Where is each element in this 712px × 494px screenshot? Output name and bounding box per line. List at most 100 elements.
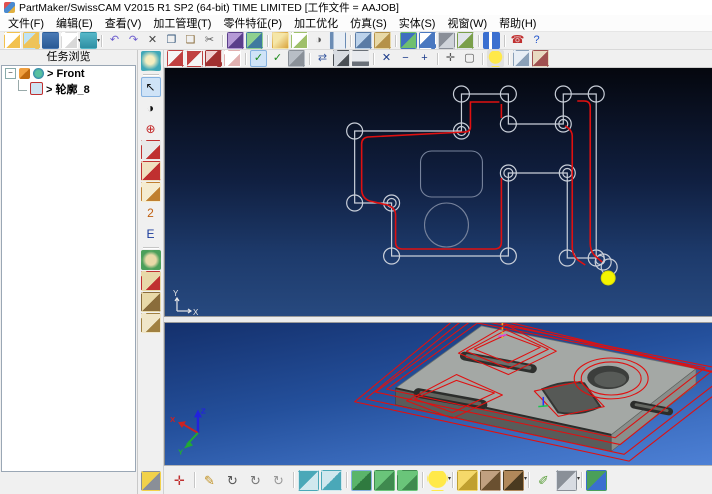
window-title: PartMaker/SwissCAM V2015 R1 SP2 (64-bit)… (19, 0, 399, 15)
front-view-icon[interactable] (397, 470, 418, 491)
toolbar-separator (422, 472, 423, 488)
pattern-editor-icon[interactable] (246, 32, 263, 49)
delete-icon[interactable]: ✕ (144, 32, 161, 49)
menu-item-9[interactable]: 帮助(H) (493, 15, 542, 31)
camera-icon[interactable]: ▾ (503, 470, 524, 491)
tree-item-contour-8[interactable]: > 轮廓_8 (2, 81, 135, 96)
simulate-icon[interactable] (586, 470, 607, 491)
flip-right-icon[interactable] (321, 470, 342, 491)
tool-start-point-icon[interactable] (333, 50, 350, 67)
tool-display-icon[interactable] (141, 51, 161, 71)
show-features-icon[interactable] (186, 50, 203, 67)
pan-icon[interactable]: ✛ (442, 50, 459, 67)
zoom-in-icon[interactable]: + (416, 50, 433, 67)
print-icon[interactable]: ▾ (80, 32, 97, 49)
toolbar-separator (437, 53, 438, 65)
iso-view-icon[interactable] (351, 470, 372, 491)
top-view-icon[interactable] (374, 470, 395, 491)
csys-axis-icon[interactable]: ✛ (169, 470, 190, 491)
pocket-feature-icon[interactable] (141, 161, 161, 181)
thread-feature-icon[interactable]: 2 (141, 203, 161, 223)
show-toolpath-icon[interactable] (205, 50, 222, 67)
report-icon[interactable] (419, 32, 436, 49)
light-source-icon[interactable]: ▾ (427, 470, 448, 491)
light-toggle-icon[interactable] (487, 50, 504, 67)
viewport-splitter[interactable] (164, 316, 712, 323)
undo-icon[interactable]: ↶ (106, 32, 123, 49)
redo-icon[interactable]: ↷ (125, 32, 142, 49)
cut-icon[interactable]: ✂ (201, 32, 218, 49)
face-group-icon[interactable] (141, 313, 161, 333)
machine-config-icon[interactable] (438, 32, 455, 49)
cycle-time-icon[interactable]: ◑ (310, 32, 327, 49)
rotate-y-icon[interactable]: ↻ (245, 470, 266, 491)
rotate-z-icon[interactable]: ↻ (268, 470, 289, 491)
save-as-icon[interactable]: ▾ (61, 32, 78, 49)
select-feature-icon[interactable]: ✓ (250, 50, 267, 67)
flip-left-icon[interactable] (298, 470, 319, 491)
window-tiles-icon[interactable] (400, 32, 417, 49)
measure-icon[interactable] (457, 470, 478, 491)
menu-item-3[interactable]: 加工管理(T) (147, 15, 217, 31)
open-file-icon[interactable] (23, 32, 40, 49)
deselect-features-icon[interactable] (288, 50, 305, 67)
show-notes-icon[interactable] (224, 50, 241, 67)
zoom-previous-icon[interactable]: ✕ (378, 50, 395, 67)
export-icon[interactable] (355, 32, 372, 49)
annotate-pen-icon[interactable]: ✐ (533, 470, 554, 491)
collapse-icon[interactable]: − (5, 68, 16, 79)
phone-support-icon[interactable]: ☎ (509, 32, 526, 49)
tree-item-label: > Front (47, 68, 85, 80)
menu-item-7[interactable]: 实体(S) (393, 15, 442, 31)
contour-group-icon[interactable] (141, 271, 161, 291)
menu-item-0[interactable]: 文件(F) (2, 15, 50, 31)
snapshot-icon[interactable] (480, 470, 501, 491)
help-icon[interactable]: ? (528, 32, 545, 49)
toolbar-separator (452, 472, 453, 488)
part-features-icon[interactable] (272, 32, 289, 49)
drill-hole-icon[interactable]: ⊕ (141, 119, 161, 139)
split-view-icon[interactable] (483, 32, 500, 49)
edit-sheet-icon[interactable] (291, 32, 308, 49)
rotate-x-icon[interactable]: ↻ (222, 470, 243, 491)
pocket-group-icon[interactable] (141, 292, 161, 312)
menu-item-2[interactable]: 查看(V) (99, 15, 148, 31)
contour-feature-icon[interactable] (141, 140, 161, 160)
pointer-icon[interactable]: ↖ (141, 77, 161, 97)
paste-icon[interactable]: ❑ (182, 32, 199, 49)
tree-item-front[interactable]: − > Front (2, 66, 135, 81)
viewport-3d[interactable]: Z X Y (164, 323, 712, 465)
reverse-direction-icon[interactable]: ⇄ (314, 50, 331, 67)
toolbar-separator (581, 472, 582, 488)
viewport-2d[interactable]: Y X (164, 68, 712, 316)
job-tree: − > Front > 轮廓_8 (1, 65, 136, 472)
save-icon[interactable] (42, 32, 59, 49)
menu-item-5[interactable]: 加工优化 (288, 15, 344, 31)
verify-inside-icon[interactable] (513, 50, 530, 67)
drill-group-icon[interactable] (141, 250, 161, 270)
toolbar-separator (508, 53, 509, 65)
face-feature-icon[interactable] (141, 182, 161, 202)
post-config-icon[interactable] (457, 32, 474, 49)
sketch-icon[interactable]: ✎ (199, 470, 220, 491)
menu-item-8[interactable]: 视窗(W) (441, 15, 493, 31)
menu-item-6[interactable]: 仿真(S) (344, 15, 393, 31)
simulation-spring-icon[interactable] (141, 471, 161, 491)
zoom-out-icon[interactable]: − (397, 50, 414, 67)
copy-icon[interactable]: ❐ (163, 32, 180, 49)
engrave-feature-icon[interactable]: E (141, 224, 161, 244)
new-file-icon[interactable] (4, 32, 21, 49)
render-folder-icon[interactable] (532, 50, 549, 67)
axis-y-label-2d: Y (173, 289, 179, 298)
job-tree-icon[interactable] (329, 32, 346, 49)
menu-item-4[interactable]: 零件特征(P) (217, 15, 288, 31)
menu-item-1[interactable]: 编辑(E) (50, 15, 99, 31)
zoom-window-icon[interactable]: ▢ (461, 50, 478, 67)
process-table-icon[interactable] (227, 32, 244, 49)
find-tool-icon[interactable]: ▾ (556, 470, 577, 491)
show-setups-icon[interactable] (167, 50, 184, 67)
path-nodes-icon[interactable] (352, 50, 369, 67)
archive-icon[interactable] (374, 32, 391, 49)
quadrant-circle-icon[interactable]: ◑ (141, 98, 161, 118)
select-all-features-icon[interactable]: ✓ (269, 50, 286, 67)
